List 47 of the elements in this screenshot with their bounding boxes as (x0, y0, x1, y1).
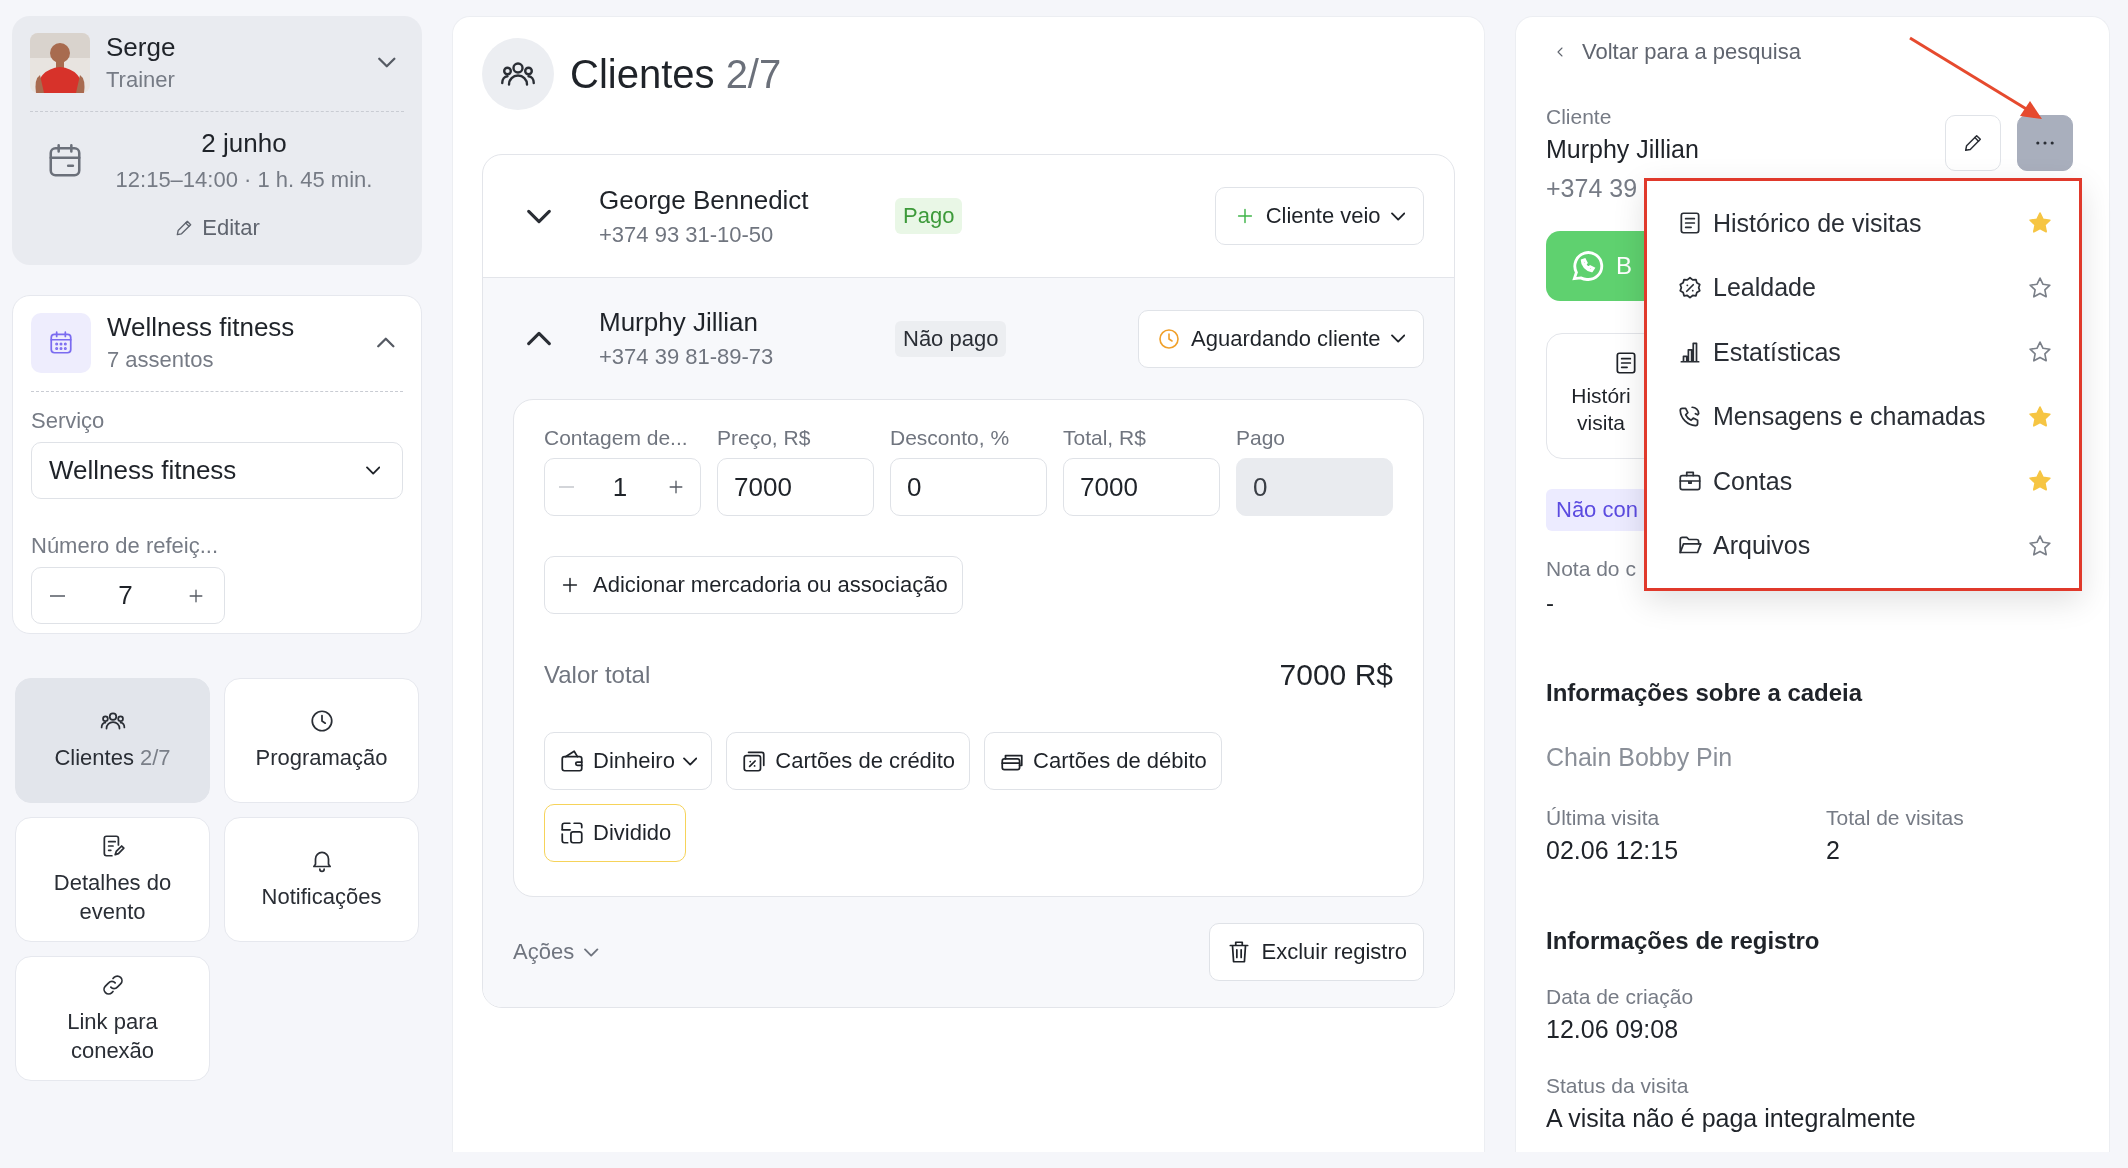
field-label: Cliente (1546, 105, 1613, 129)
menu-item-label: Mensagens e chamadas (1713, 402, 1987, 432)
client-name: Murphy Jillian (1546, 135, 1699, 164)
field-label: Contagem de... (544, 426, 689, 450)
total-value: 7000 R$ (1279, 658, 1393, 692)
section-heading: Informações de registro (1546, 927, 1821, 955)
field-value: 2 (1826, 836, 1841, 865)
client-name: Murphy Jillian (599, 307, 759, 338)
menu-item-label: Lealdade (1713, 273, 1817, 303)
menu-item-label: Contas (1713, 466, 1794, 496)
client-phone: +374 93 31-10-50 (599, 221, 775, 248)
field-label: Data de criação (1546, 985, 1695, 1009)
note-value: - (1546, 589, 1555, 617)
total-label: Valor total (544, 661, 651, 689)
client-phone: +374 39 (1546, 174, 1639, 203)
service-title: Wellness fitness (107, 312, 296, 343)
event-date: 2 junho (200, 128, 288, 159)
menu-item-label: Histórico de visitas (1713, 208, 1923, 238)
stepper-value: 1 (612, 471, 628, 503)
field-label: Total, R$ (1063, 426, 1147, 450)
field-label: Status da visita (1546, 1074, 1690, 1098)
field-label: Nota do c (1546, 557, 1637, 581)
field-label: Pago (1236, 426, 1287, 450)
field-label: Última visita (1546, 806, 1661, 830)
field-label: Desconto, % (890, 426, 1011, 450)
menu-item-label: Arquivos (1713, 531, 1812, 561)
field-label: Número de refeiç... (31, 533, 220, 559)
tile-label: Históri visita (1570, 383, 1632, 437)
field-value: 02.06 12:15 (1546, 836, 1680, 865)
panel-title: Clientes 2/7 (570, 51, 782, 97)
field-label: Preço, R$ (717, 426, 812, 450)
client-name: George Bennedict (599, 184, 810, 216)
field-label: Total de visitas (1826, 806, 1965, 830)
user-name: Serge (106, 32, 177, 63)
menu-item-label: Estatísticas (1713, 337, 1842, 367)
payment-status: Pago (895, 198, 963, 234)
client-phone: +374 39 81-89-73 (599, 344, 775, 370)
chain-name: Chain Bobby Pin (1546, 743, 1734, 772)
field-value: A visita não é paga integralmente (1546, 1104, 1917, 1133)
field-label: Serviço (31, 408, 106, 434)
field-value: 12.06 09:08 (1546, 1015, 1680, 1044)
section-heading: Informações sobre a cadeia (1546, 679, 1864, 707)
event-time: 12:15–14:00 · 1 h. 45 min. (114, 167, 374, 193)
payment-status: Não pago (895, 320, 1007, 357)
stepper-value: 7 (118, 580, 133, 611)
user-role: Trainer (106, 67, 176, 93)
seats-count: 7 assentos (107, 347, 215, 373)
